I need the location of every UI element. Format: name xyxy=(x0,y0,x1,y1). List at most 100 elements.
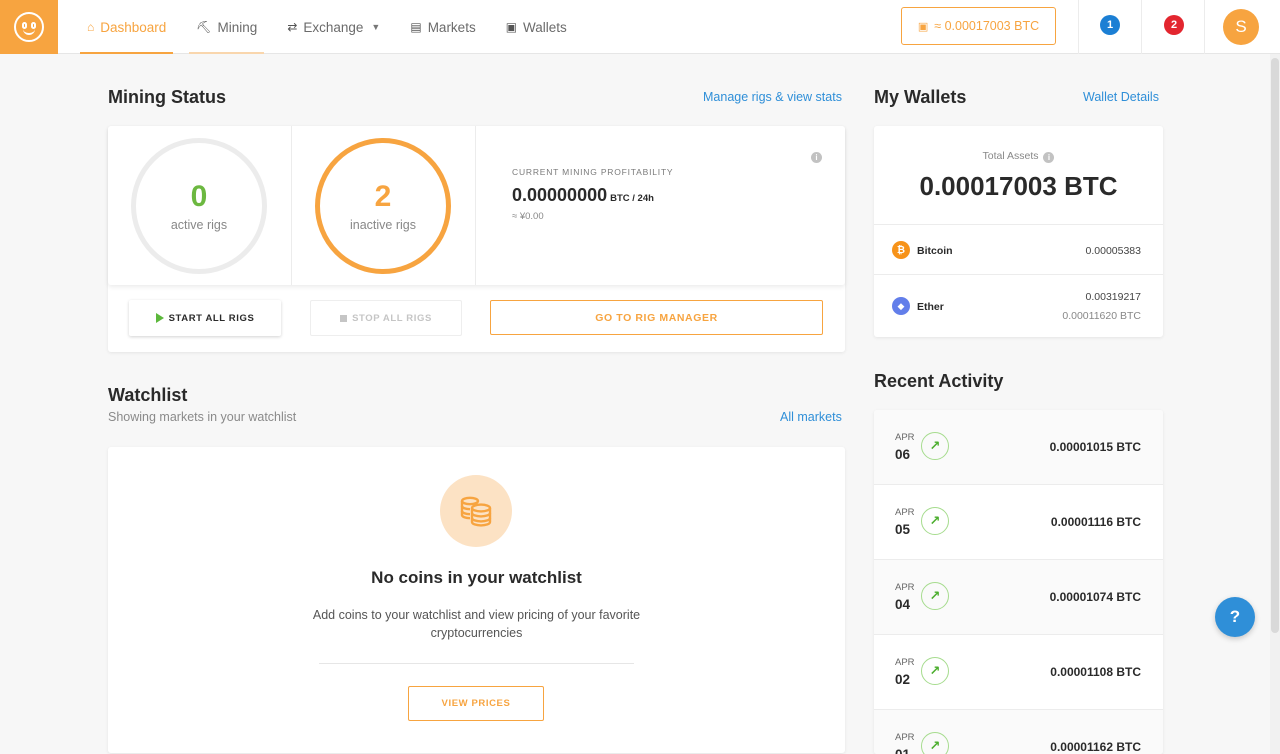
bitcoin-name[interactable]: Bitcoin xyxy=(917,245,953,257)
exchange-icon: ⇄ xyxy=(287,20,298,34)
mining-status-title: Mining Status xyxy=(108,87,226,107)
profitability-fiat: ≈ ¥0.00 xyxy=(512,211,544,222)
pickaxe-icon: ↗ xyxy=(921,657,949,685)
activity-month: APR xyxy=(895,507,915,518)
profitability-value: 0.00000000 BTC / 24h xyxy=(512,185,654,206)
watchlist-title: Watchlist xyxy=(108,385,188,405)
all-markets-link[interactable]: All markets xyxy=(780,410,842,424)
activity-row[interactable]: APR 02 ↗ 0.00001108 BTC xyxy=(874,635,1163,710)
top-bar: ⌂ Dashboard ⛏ Mining ⇄ Exchange ▼ ▤ Mark… xyxy=(0,0,1280,54)
nav-dashboard-label: Dashboard xyxy=(100,19,167,35)
scrollbar-thumb[interactable] xyxy=(1271,58,1279,633)
nav-dashboard[interactable]: ⌂ Dashboard xyxy=(80,0,174,54)
pickaxe-icon: ↗ xyxy=(921,507,949,535)
stop-icon xyxy=(340,314,348,322)
start-all-rigs-label: START ALL RIGS xyxy=(168,312,255,324)
play-icon xyxy=(155,313,164,323)
inactive-rigs-ring: 2 inactive rigs xyxy=(315,138,451,274)
profitability-amount: 0.00000000 xyxy=(512,185,608,205)
activity-row[interactable]: APR 06 ↗ 0.00001015 BTC xyxy=(874,410,1163,485)
activity-row[interactable]: APR 01 ↗ 0.00001162 BTC xyxy=(874,710,1163,754)
manage-rigs-link[interactable]: Manage rigs & view stats xyxy=(703,90,842,104)
ether-name[interactable]: Ether xyxy=(917,301,944,313)
balance-button[interactable]: ▣ ≈ 0.00017003 BTC xyxy=(901,7,1056,45)
coins-icon: ▤ xyxy=(410,20,422,34)
info-icon[interactable]: i xyxy=(1043,152,1055,163)
watchlist-subtitle: Showing markets in your watchlist xyxy=(108,410,297,424)
inactive-rigs-label: inactive rigs xyxy=(350,218,416,232)
nav-mining[interactable]: ⛏ Mining xyxy=(189,0,265,54)
divider xyxy=(1204,0,1205,54)
total-assets-label: Total Assets xyxy=(982,150,1039,162)
activity-row[interactable]: APR 04 ↗ 0.00001074 BTC xyxy=(874,560,1163,635)
ether-icon: ◆ xyxy=(892,297,910,315)
coins-stack-icon xyxy=(440,475,512,547)
nav-wallets-label: Wallets xyxy=(523,19,567,35)
activity-day: 06 xyxy=(895,447,911,462)
help-button[interactable]: ? xyxy=(1215,597,1255,637)
active-rigs-count: 0 xyxy=(190,180,208,213)
home-icon: ⌂ xyxy=(87,20,95,34)
pickaxe-icon: ⛏ xyxy=(196,20,212,34)
activity-day: 02 xyxy=(895,672,911,687)
notification-badge[interactable]: 1 xyxy=(1100,15,1120,35)
nav-wallets[interactable]: ▣ Wallets xyxy=(499,0,574,54)
start-all-rigs-button[interactable]: START ALL RIGS xyxy=(129,300,281,336)
stop-all-rigs-button[interactable]: STOP ALL RIGS xyxy=(310,300,462,336)
divider xyxy=(1078,0,1079,54)
go-to-rig-manager-button[interactable]: GO TO RIG MANAGER xyxy=(490,300,823,335)
activity-month: APR xyxy=(895,657,915,668)
nav-exchange[interactable]: ⇄ Exchange ▼ xyxy=(280,0,387,54)
activity-day: 05 xyxy=(895,522,911,537)
nav-mining-label: Mining xyxy=(217,19,258,35)
wallets-card: Total Assets i 0.00017003 BTC ₿ Bitcoin … xyxy=(874,126,1163,337)
activity-amount: 0.00001162 BTC xyxy=(1050,740,1141,754)
divider xyxy=(475,126,476,285)
divider xyxy=(291,126,292,285)
bitcoin-amount: 0.00005383 xyxy=(1085,245,1141,257)
watchlist-card: No coins in your watchlist Add coins to … xyxy=(108,447,845,753)
inactive-rigs-count: 2 xyxy=(374,180,392,213)
empty-watchlist-description: Add coins to your watchlist and view pri… xyxy=(312,608,641,640)
nav-markets-label: Markets xyxy=(427,19,476,35)
alert-badge[interactable]: 2 xyxy=(1164,15,1184,35)
activity-month: APR xyxy=(895,732,915,743)
profitability-unit: BTC / 24h xyxy=(610,193,654,204)
nav-markets[interactable]: ▤ Markets xyxy=(403,0,482,54)
pickaxe-icon: ↗ xyxy=(921,432,949,460)
stop-all-rigs-label: STOP ALL RIGS xyxy=(352,312,432,324)
wallet-icon: ▣ xyxy=(505,20,518,34)
avatar[interactable]: S xyxy=(1223,9,1259,45)
pickaxe-icon: ↗ xyxy=(921,582,949,610)
divider xyxy=(319,663,634,664)
activity-row[interactable]: APR 05 ↗ 0.00001116 BTC xyxy=(874,485,1163,560)
bitcoin-icon: ₿ xyxy=(892,241,910,259)
activity-month: APR xyxy=(895,582,915,593)
wallet-icon: ▣ xyxy=(917,20,929,33)
profitability-title: CURRENT MINING PROFITABILITY xyxy=(512,167,674,177)
ether-amount: 0.00319217 xyxy=(1085,291,1141,303)
activity-day: 04 xyxy=(895,597,911,612)
pickaxe-icon: ↗ xyxy=(921,732,949,754)
info-icon[interactable]: i xyxy=(811,152,822,163)
mining-status-card: 0 active rigs 2 inactive rigs CURRENT MI… xyxy=(108,126,845,352)
wallet-details-link[interactable]: Wallet Details xyxy=(1083,90,1159,104)
view-prices-button[interactable]: VIEW PRICES xyxy=(408,686,544,721)
chevron-down-icon: ▼ xyxy=(371,22,381,32)
total-assets-row: Total Assets i xyxy=(874,150,1163,163)
active-rigs-ring: 0 active rigs xyxy=(131,138,267,274)
ether-btc-value: 0.00011620 BTC xyxy=(1062,310,1141,322)
activity-day: 01 xyxy=(895,747,910,754)
recent-activity-title: Recent Activity xyxy=(874,371,1004,391)
logo[interactable] xyxy=(0,0,58,54)
my-wallets-title: My Wallets xyxy=(874,87,967,107)
activity-month: APR xyxy=(895,432,915,443)
main-nav: ⌂ Dashboard ⛏ Mining ⇄ Exchange ▼ ▤ Mark… xyxy=(80,0,590,54)
active-rigs-label: active rigs xyxy=(170,218,228,232)
divider xyxy=(1141,0,1142,54)
nav-exchange-label: Exchange xyxy=(303,19,364,35)
activity-amount: 0.00001116 BTC xyxy=(1050,515,1141,529)
divider xyxy=(874,224,1163,225)
activity-amount: 0.00001015 BTC xyxy=(1049,440,1141,454)
balance-value: ≈ 0.00017003 BTC xyxy=(934,19,1040,33)
